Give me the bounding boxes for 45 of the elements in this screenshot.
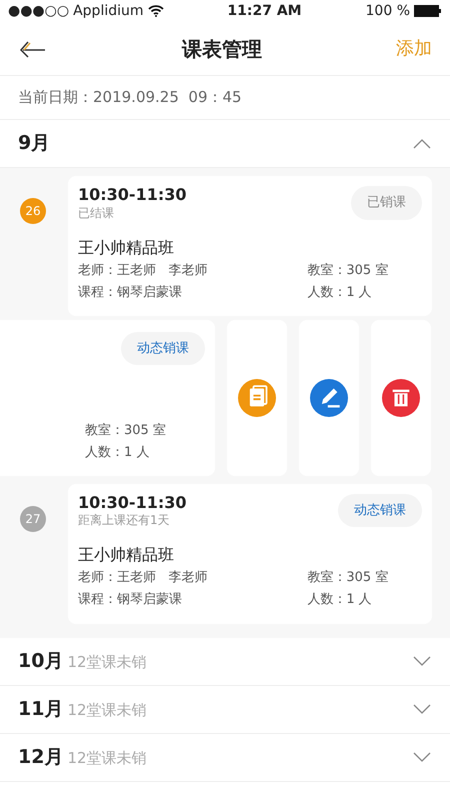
student-count: 人数：1 人 xyxy=(307,284,372,300)
current-date: 当前日期：2019.09.25 09：45 xyxy=(18,87,242,108)
month-label: 10月 xyxy=(18,648,64,674)
room-info: 教室：305 室 xyxy=(307,262,388,278)
signal-strength: ●●●○○ xyxy=(8,2,70,20)
battery-percent: 100 % xyxy=(366,2,410,20)
chevron-down-icon[interactable] xyxy=(412,655,432,668)
day-badge: 27 xyxy=(20,506,46,532)
carrier-name: Applidium xyxy=(73,2,144,20)
lesson-time: 10:30-11:30 xyxy=(78,186,186,204)
class-name: 王小帅精品班 xyxy=(78,236,175,259)
student-count: 人数：1 人 xyxy=(85,444,150,462)
chevron-up-icon[interactable] xyxy=(412,138,432,150)
cancel-class-button[interactable]: 已销课 xyxy=(351,186,422,220)
lesson-card[interactable]: 动态销课 教室：305 室 人数：1 人 xyxy=(0,320,215,476)
pending-count: 12堂课未销 xyxy=(67,700,147,721)
cancel-class-button[interactable]: 动态销课 xyxy=(121,332,205,366)
teacher-info: 老师：王老师 李老师 xyxy=(78,262,208,278)
lesson-status: 已结课 xyxy=(78,204,115,222)
chevron-down-icon[interactable] xyxy=(412,751,432,764)
room-info: 教室：305 室 xyxy=(307,570,388,586)
status-time: 11:27 AM xyxy=(227,2,302,20)
lesson-card[interactable]: 10:30-11:30 已结课 已销课 王小帅精品班 老师：王老师 李老师 教室：305 室 课程：钢琴启蒙课 人数：1 人 xyxy=(68,176,432,316)
lesson-card[interactable]: 10:30-11:30 距离上课还有1天 动态销课 王小帅精品班 老师：王老师 李老师 教室：305 室 课程：钢琴启蒙课 人数：1 人 xyxy=(68,484,432,624)
course-info: 课程：钢琴启蒙课 xyxy=(78,284,182,300)
pending-count: 12堂课未销 xyxy=(67,748,147,769)
class-name: 王小帅精品班 xyxy=(78,544,175,566)
page-title: 课表管理 xyxy=(182,36,262,62)
add-button[interactable]: 添加 xyxy=(396,35,432,62)
cancel-class-button[interactable]: 动态销课 xyxy=(338,494,422,528)
delete-button[interactable] xyxy=(371,320,431,476)
month-label: 12月 xyxy=(18,744,64,770)
student-count: 人数：1 人 xyxy=(307,592,372,608)
teacher-info: 老师：王老师 李老师 xyxy=(78,570,208,586)
edit-button[interactable] xyxy=(299,320,359,476)
room-info: 教室：305 室 xyxy=(85,422,166,440)
month-label: 11月 xyxy=(18,696,64,722)
course-info: 课程：钢琴启蒙课 xyxy=(78,592,182,608)
day-badge: 26 xyxy=(20,198,46,224)
chevron-down-icon[interactable] xyxy=(412,703,432,716)
lesson-status: 距离上课还有1天 xyxy=(78,512,171,530)
lesson-time: 10:30-11:30 xyxy=(78,494,186,512)
pending-count: 12堂课未销 xyxy=(67,652,147,673)
copy-button[interactable] xyxy=(227,320,287,476)
month-label: 9月 xyxy=(18,131,50,156)
